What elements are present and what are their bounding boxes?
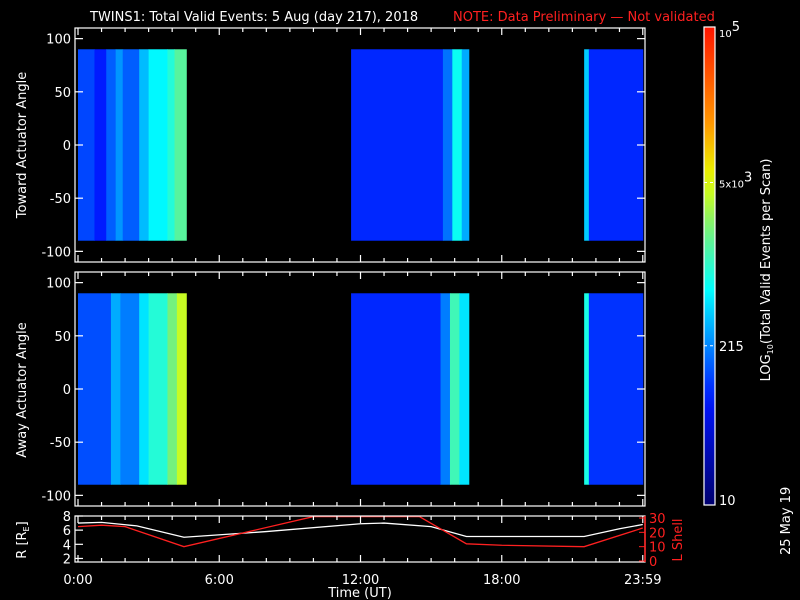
x-tick-label: 18:00 — [483, 573, 520, 588]
y-tick-label: 0 — [63, 383, 71, 398]
spectrogram-column — [351, 293, 442, 485]
spectrogram-column — [461, 49, 470, 241]
away-ylabel: Away Actuator Angle — [15, 322, 30, 457]
spectrogram-column — [174, 49, 187, 241]
spectrogram-column — [78, 293, 112, 485]
spectrogram-column — [148, 49, 168, 241]
y2-tick-label: 30 — [649, 512, 666, 527]
colorbar-label: LOG10(Total Valid Events per Scan) — [759, 159, 775, 382]
y-tick-label: -50 — [50, 436, 71, 451]
x-tick-label: 23:59 — [624, 573, 661, 588]
y-tick-label: 50 — [54, 86, 71, 101]
away-panel: 100 50 0 -50 -100 — [41, 271, 646, 507]
colorbar-bar — [703, 26, 716, 506]
figure: TWINS1: Total Valid Events: 5 Aug (day 2… — [15, 10, 794, 600]
spectrogram-column — [442, 49, 453, 241]
preliminary-note: NOTE: Data Preliminary — Not validated — [453, 10, 715, 25]
spectrogram-column — [110, 293, 121, 485]
spectrogram-column — [584, 293, 590, 485]
y-tick-label: 2 — [63, 552, 71, 567]
toward-panel: 100 50 0 -50 -100 — [41, 27, 646, 263]
y-tick-label: 50 — [54, 330, 71, 345]
time-xlabel: Time (UT) — [327, 586, 392, 600]
y2-tick-label: 20 — [649, 526, 666, 541]
spectrogram-column — [122, 49, 140, 241]
spectrogram-column — [351, 49, 444, 241]
spectrogram-column — [449, 293, 460, 485]
y-tick-label: -100 — [41, 245, 71, 260]
y-tick-label: -50 — [50, 192, 71, 207]
spectrogram-column — [176, 293, 187, 485]
y-tick-label: 8 — [63, 510, 71, 525]
y-tick-label: 100 — [46, 277, 71, 292]
spectrogram-column — [106, 49, 117, 241]
spectrogram-column — [167, 293, 178, 485]
spectrogram-column — [139, 49, 150, 241]
colorbar-tick-label: 10 — [719, 494, 736, 509]
plot-title: TWINS1: Total Valid Events: 5 Aug (day 2… — [89, 10, 418, 25]
spectrogram-column — [588, 293, 644, 485]
toward-ylabel: Toward Actuator Angle — [15, 72, 30, 219]
x-tick-label: 0:00 — [63, 573, 92, 588]
y2-tick-label: 10 — [649, 541, 666, 556]
spectrogram-column — [588, 49, 644, 241]
spectrogram-column — [148, 293, 168, 485]
orbit-panel: 0:00 6:00 12:00 18:00 23:5986423020100 — [63, 510, 666, 588]
colorbar-tick-label: 5x103 — [719, 170, 752, 190]
y-tick-label: -100 — [41, 489, 71, 504]
spectrogram-column — [584, 49, 590, 241]
colorbar-tick-label: 215 — [719, 340, 744, 355]
y-tick-label: 6 — [63, 524, 71, 539]
colorbar-tick-label: 105 — [719, 20, 740, 40]
spectrogram-column — [120, 293, 140, 485]
x-tick-label: 6:00 — [205, 573, 234, 588]
colorbar: 10 215 5x103 105 — [703, 20, 752, 509]
spectrogram-column — [139, 293, 150, 485]
lshell-ylabel: L Shell — [671, 518, 686, 561]
r-distance-line — [77, 521, 643, 538]
spectrogram-column — [452, 49, 463, 241]
spectrogram-column — [459, 293, 470, 485]
r-ylabel: R [RE] — [15, 521, 31, 558]
spectrogram-column — [440, 293, 451, 485]
spectrogram-column — [167, 49, 176, 241]
y2-tick-label: 0 — [649, 555, 657, 570]
y-tick-label: 100 — [46, 33, 71, 48]
y-tick-label: 4 — [63, 538, 71, 553]
date-stamp: 25 May 19 — [779, 487, 794, 555]
spectrogram-column — [115, 49, 124, 241]
y-tick-label: 0 — [63, 139, 71, 154]
spectrogram-column — [94, 49, 107, 241]
